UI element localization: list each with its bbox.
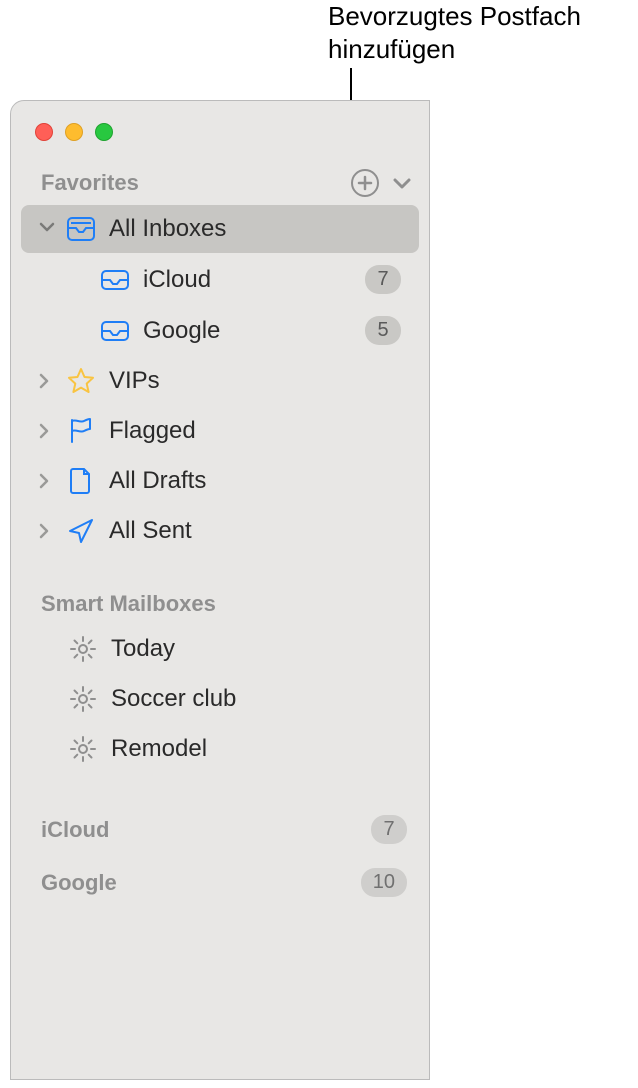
- window-controls: [11, 101, 429, 163]
- send-icon: [63, 517, 99, 545]
- gear-icon: [65, 685, 101, 713]
- chevron-right-icon[interactable]: [39, 423, 61, 439]
- sidebar-item-label: Flagged: [109, 417, 401, 445]
- account-label: iCloud: [41, 817, 371, 843]
- chevron-down-icon[interactable]: [393, 177, 411, 189]
- sidebar-item-google-inbox[interactable]: Google 5: [21, 306, 419, 355]
- chevron-right-icon[interactable]: [39, 473, 61, 489]
- sidebar-account-google[interactable]: Google 10: [11, 856, 429, 909]
- unread-badge: 10: [361, 868, 407, 897]
- chevron-down-icon[interactable]: [39, 221, 61, 233]
- sidebar-item-flagged[interactable]: Flagged: [21, 407, 419, 455]
- document-icon: [63, 467, 99, 495]
- chevron-right-icon[interactable]: [39, 373, 61, 389]
- sidebar-item-remodel[interactable]: Remodel: [21, 725, 419, 773]
- sidebar-item-today[interactable]: Today: [21, 625, 419, 673]
- star-icon: [63, 367, 99, 395]
- add-favorite-button[interactable]: [351, 169, 379, 197]
- favorites-header: Favorites: [11, 163, 429, 203]
- sidebar-item-label: VIPs: [109, 367, 401, 395]
- sidebar-item-label: All Sent: [109, 517, 401, 545]
- sidebar-item-label: All Inboxes: [109, 215, 401, 243]
- sidebar-item-label: Soccer club: [111, 685, 401, 713]
- gear-icon: [65, 635, 101, 663]
- gear-icon: [65, 735, 101, 763]
- sidebar-item-all-sent[interactable]: All Sent: [21, 507, 419, 555]
- inbox-icon: [97, 269, 133, 291]
- favorites-title: Favorites: [41, 170, 139, 196]
- close-button[interactable]: [35, 123, 53, 141]
- unread-badge: 5: [365, 316, 401, 345]
- sidebar-item-all-inboxes[interactable]: All Inboxes: [21, 205, 419, 253]
- plus-icon: [357, 175, 373, 191]
- sidebar-item-label: Today: [111, 635, 401, 663]
- unread-badge: 7: [365, 265, 401, 294]
- sidebar-item-vips[interactable]: VIPs: [21, 357, 419, 405]
- account-label: Google: [41, 870, 361, 896]
- sidebar-item-label: iCloud: [143, 266, 365, 294]
- sidebar-account-icloud[interactable]: iCloud 7: [11, 803, 429, 856]
- mail-sidebar-window: Favorites All Inboxes: [10, 100, 430, 1080]
- smart-mailboxes-title: Smart Mailboxes: [41, 591, 216, 617]
- zoom-button[interactable]: [95, 123, 113, 141]
- minimize-button[interactable]: [65, 123, 83, 141]
- smart-mailboxes-header: Smart Mailboxes: [11, 585, 429, 623]
- inbox-stack-icon: [63, 216, 99, 242]
- sidebar-item-label: All Drafts: [109, 467, 401, 495]
- inbox-icon: [97, 320, 133, 342]
- sidebar-item-icloud-inbox[interactable]: iCloud 7: [21, 255, 419, 304]
- sidebar-item-soccer-club[interactable]: Soccer club: [21, 675, 419, 723]
- unread-badge: 7: [371, 815, 407, 844]
- sidebar-item-all-drafts[interactable]: All Drafts: [21, 457, 419, 505]
- chevron-right-icon[interactable]: [39, 523, 61, 539]
- sidebar-item-label: Google: [143, 317, 365, 345]
- callout-label: Bevorzugtes Postfach hinzufügen: [328, 0, 638, 65]
- flag-icon: [63, 417, 99, 445]
- sidebar-item-label: Remodel: [111, 735, 401, 763]
